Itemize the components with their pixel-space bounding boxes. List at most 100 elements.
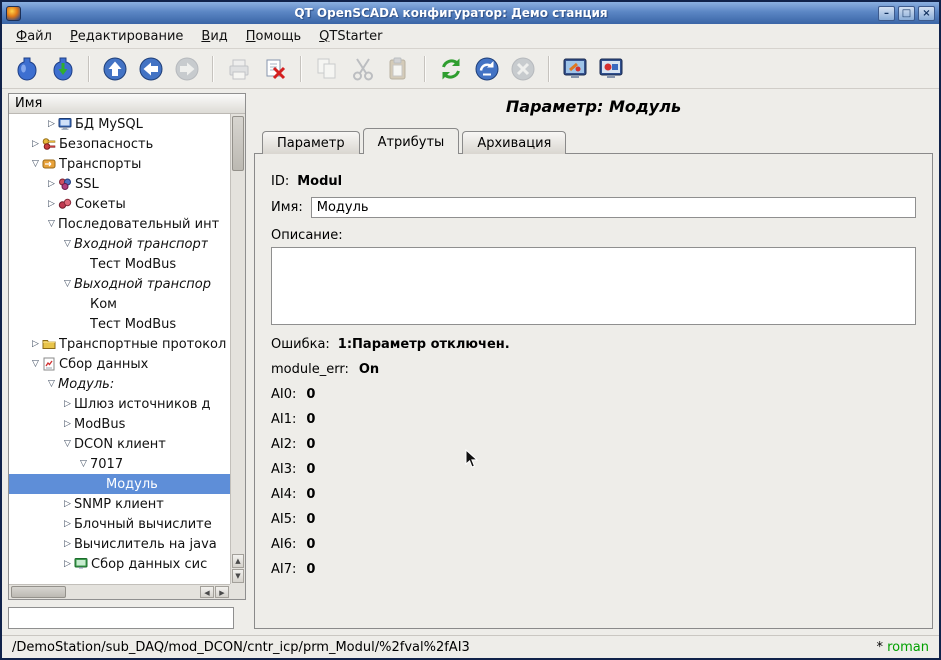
- menu-edit[interactable]: Редактирование: [62, 26, 191, 47]
- tab-parameter[interactable]: Параметр: [262, 131, 360, 154]
- tree-item[interactable]: ▷SNMP клиент: [9, 494, 230, 514]
- attributes-tab-panel: ID: Modul Имя: Описание: Ошибка: 1:Парам…: [254, 153, 933, 629]
- expand-icon[interactable]: ▷: [61, 399, 74, 409]
- tree-item[interactable]: ▽Модуль:: [9, 374, 230, 394]
- tree-item[interactable]: ▽7017: [9, 454, 230, 474]
- tree-item[interactable]: Ком: [9, 294, 230, 314]
- collapse-icon[interactable]: ▽: [29, 359, 42, 369]
- up-icon: [102, 56, 128, 82]
- tree-item[interactable]: ▽Выходной транспор: [9, 274, 230, 294]
- tab-attributes[interactable]: Атрибуты: [363, 128, 460, 154]
- tree-item[interactable]: Тест ModBus: [9, 314, 230, 334]
- tree-item[interactable]: ▷Транспортные протокол: [9, 334, 230, 354]
- tree-item[interactable]: ▷Сокеты: [9, 194, 230, 214]
- scroll-down-button[interactable]: ▼: [232, 569, 244, 583]
- collapse-icon[interactable]: ▽: [45, 379, 58, 389]
- tree-item[interactable]: ▽DCON клиент: [9, 434, 230, 454]
- tree-item[interactable]: ▽Последовательный инт: [9, 214, 230, 234]
- vertical-scrollbar-thumb[interactable]: [232, 116, 244, 171]
- tree-item[interactable]: ▷Вычислитель на java: [9, 534, 230, 554]
- tree-horizontal-scrollbar[interactable]: ◀ ▶: [9, 584, 230, 599]
- expand-icon[interactable]: ▷: [61, 559, 74, 569]
- tree-item[interactable]: Модуль: [9, 474, 230, 494]
- expand-icon[interactable]: ▷: [61, 539, 74, 549]
- refresh-button[interactable]: [434, 53, 468, 85]
- stop-updating-button: [506, 53, 540, 85]
- tree-filter-input[interactable]: [8, 607, 234, 629]
- save-to-db-button[interactable]: [46, 53, 80, 85]
- close-button[interactable]: ×: [918, 6, 935, 21]
- collapse-icon[interactable]: ▽: [45, 219, 58, 229]
- tree-item[interactable]: ▷Безопасность: [9, 134, 230, 154]
- tree-item[interactable]: ▽Входной транспорт: [9, 234, 230, 254]
- attribute-value: 0: [306, 562, 315, 577]
- tree-item[interactable]: ▷Шлюз источников д: [9, 394, 230, 414]
- attribute-row: module_err:On: [271, 362, 916, 377]
- vision-starter-button[interactable]: [594, 53, 628, 85]
- qtcfg-starter-button[interactable]: [558, 53, 592, 85]
- tree-item[interactable]: ▽ Транспорты: [9, 154, 230, 174]
- load-icon: [14, 56, 40, 82]
- tree-item[interactable]: Тест ModBus: [9, 254, 230, 274]
- tree-item[interactable]: ▷ БД MySQL: [9, 114, 230, 134]
- expand-icon[interactable]: ▷: [29, 339, 42, 349]
- expand-icon[interactable]: ▷: [45, 179, 58, 189]
- tree-item-label: DCON клиент: [74, 437, 166, 452]
- tree-item-label: БД MySQL: [75, 117, 143, 132]
- tree-item[interactable]: ▷ModBus: [9, 414, 230, 434]
- scroll-right-button[interactable]: ▶: [215, 586, 229, 598]
- app-window: QT OpenSCADA конфигуратор: Демо станция …: [0, 0, 941, 660]
- expand-icon[interactable]: ▷: [45, 119, 58, 129]
- attribute-label: AI1:: [271, 412, 296, 427]
- name-label: Имя:: [271, 200, 303, 215]
- start-updating-button[interactable]: [470, 53, 504, 85]
- attribute-value: 0: [306, 512, 315, 527]
- tree-item[interactable]: ▽Сбор данных: [9, 354, 230, 374]
- expand-icon[interactable]: ▷: [61, 519, 74, 529]
- expand-icon[interactable]: ▷: [29, 139, 42, 149]
- scroll-up-button[interactable]: ▲: [232, 554, 244, 568]
- app-icon: [6, 6, 21, 21]
- menu-help[interactable]: Помощь: [238, 26, 309, 47]
- delete-item-button[interactable]: [258, 53, 292, 85]
- tree-item[interactable]: ▷Сбор данных сис: [9, 554, 230, 574]
- expand-icon[interactable]: ▷: [61, 419, 74, 429]
- scroll-left-button[interactable]: ◀: [200, 586, 214, 598]
- transport-icon: [42, 157, 59, 171]
- collapse-icon[interactable]: ▽: [61, 279, 74, 289]
- back-button[interactable]: [134, 53, 168, 85]
- collapse-icon[interactable]: ▽: [61, 239, 74, 249]
- tree-item[interactable]: ▷SSL: [9, 174, 230, 194]
- save-icon: [50, 56, 76, 82]
- up-button[interactable]: [98, 53, 132, 85]
- statusbar: /DemoStation/sub_DAQ/mod_DCON/cntr_icp/p…: [2, 635, 939, 658]
- collapse-icon[interactable]: ▽: [61, 439, 74, 449]
- scrollbar-track[interactable]: [231, 171, 245, 554]
- attribute-value: 0: [306, 462, 315, 477]
- expand-icon[interactable]: ▷: [61, 499, 74, 509]
- menu-qtstarter[interactable]: QTStarter: [311, 26, 390, 47]
- error-value: 1:Параметр отключен.: [338, 337, 510, 352]
- collapse-icon[interactable]: ▽: [29, 159, 42, 169]
- scrollbar-corner: [230, 584, 245, 599]
- collapse-icon[interactable]: ▽: [77, 459, 90, 469]
- attribute-label: module_err:: [271, 362, 349, 377]
- tree-item-label: Транспорты: [59, 157, 141, 172]
- tree-vertical-scrollbar[interactable]: ▲ ▼: [230, 114, 245, 584]
- menu-file[interactable]: Файл: [8, 26, 60, 47]
- minimize-button[interactable]: –: [878, 6, 895, 21]
- expand-icon[interactable]: ▷: [45, 199, 58, 209]
- name-input[interactable]: [311, 197, 916, 218]
- load-from-db-button[interactable]: [10, 53, 44, 85]
- paste-icon: [386, 56, 412, 82]
- maximize-button[interactable]: □: [898, 6, 915, 21]
- tree-header-name[interactable]: Имя: [9, 94, 245, 114]
- horizontal-scrollbar-thumb[interactable]: [11, 586, 66, 598]
- tree-item[interactable]: ▷Блочный вычислите: [9, 514, 230, 534]
- mysql-icon: [58, 117, 75, 131]
- menu-view[interactable]: Вид: [193, 26, 235, 47]
- tab-archiving[interactable]: Архивация: [462, 131, 566, 154]
- description-textarea[interactable]: [271, 247, 916, 325]
- scrollbar-track[interactable]: [66, 585, 200, 599]
- titlebar[interactable]: QT OpenSCADA конфигуратор: Демо станция …: [2, 2, 939, 24]
